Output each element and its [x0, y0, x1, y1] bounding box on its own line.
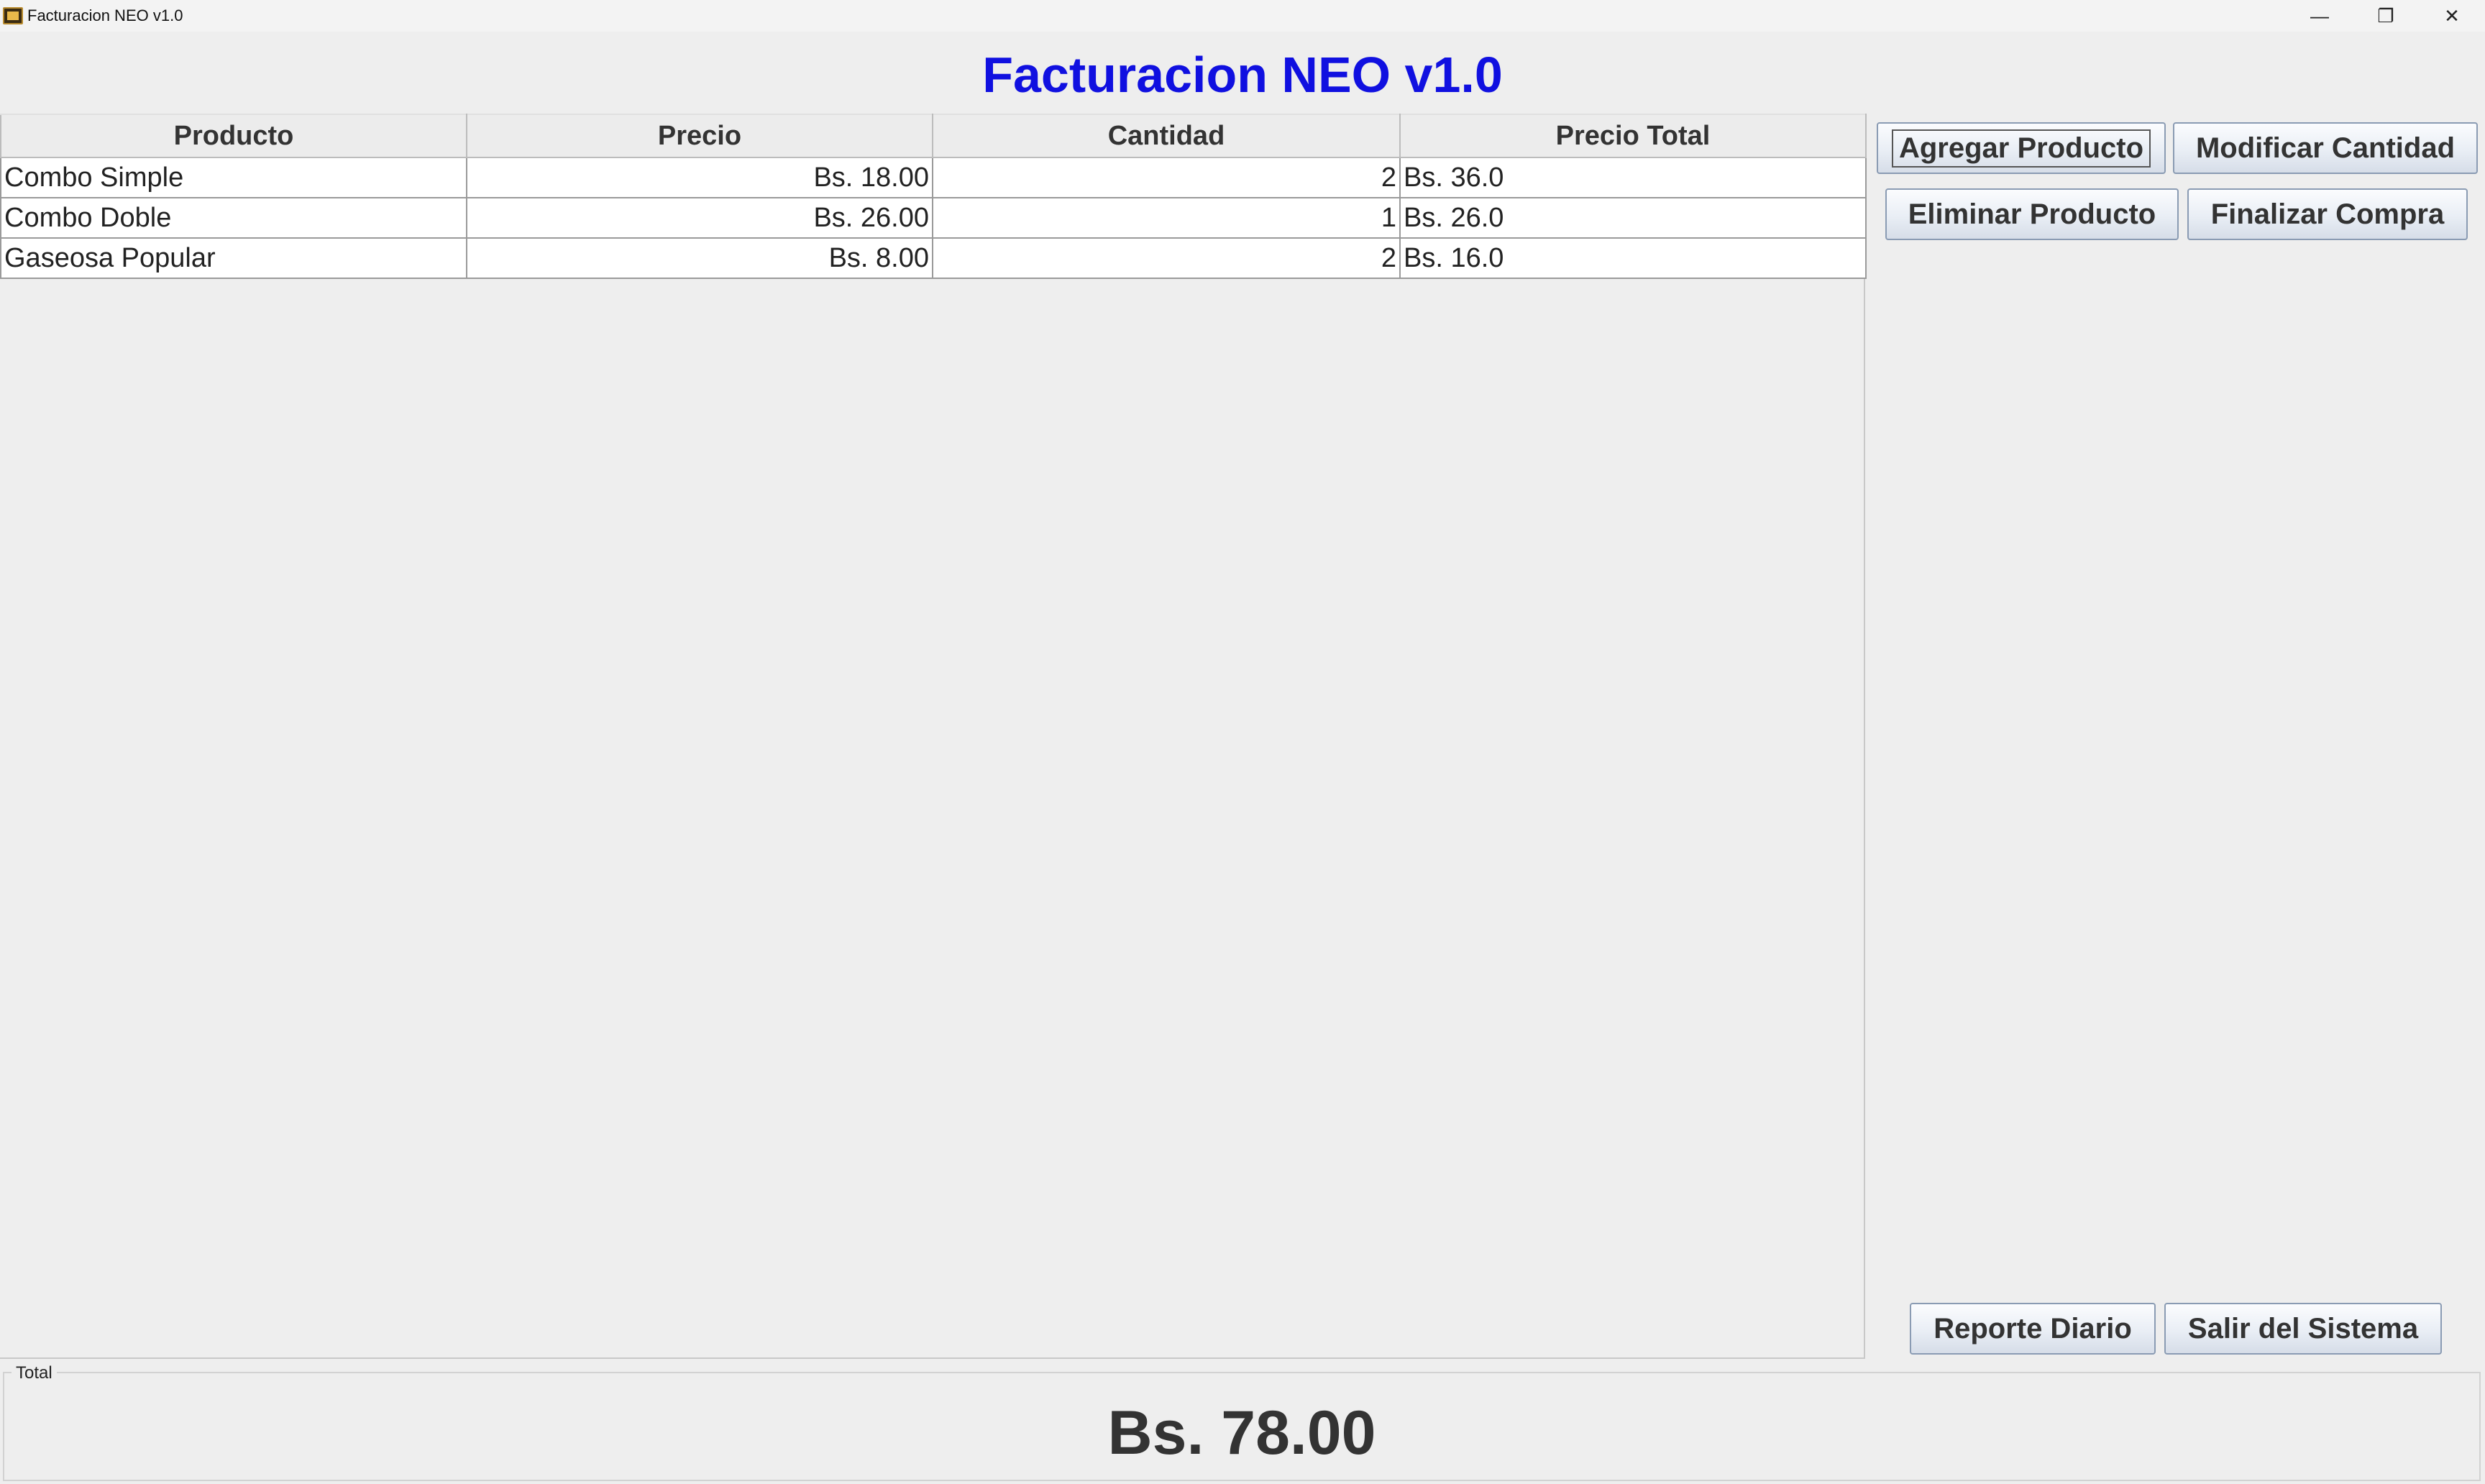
- finalizar-compra-button[interactable]: Finalizar Compra: [2187, 188, 2468, 240]
- product-table: Producto Precio Cantidad Precio Total Co…: [0, 114, 1867, 279]
- total-panel: Total Bs. 78.00: [3, 1363, 2481, 1481]
- window-title: Facturacion NEO v1.0: [27, 6, 183, 24]
- cell-cantidad[interactable]: 1: [932, 197, 1401, 239]
- agregar-producto-button[interactable]: Agregar Producto: [1877, 122, 2166, 174]
- cell-precio[interactable]: Bs. 26.00: [466, 197, 933, 239]
- window-titlebar: Facturacion NEO v1.0 — ❐ ✕: [0, 0, 2485, 32]
- page-title: Facturacion NEO v1.0: [982, 47, 1503, 103]
- eliminar-producto-label: Eliminar Producto: [1908, 198, 2156, 230]
- window-controls: — ❐ ✕: [2287, 0, 2485, 32]
- cell-precio[interactable]: Bs. 8.00: [466, 237, 933, 279]
- table-row[interactable]: Combo Simple Bs. 18.00 2 Bs. 36.0: [0, 157, 1867, 198]
- product-table-area: Producto Precio Cantidad Precio Total Co…: [0, 114, 1867, 1359]
- cell-precio-total[interactable]: Bs. 16.0: [1399, 237, 1867, 279]
- minimize-icon[interactable]: —: [2287, 0, 2353, 32]
- modificar-cantidad-label: Modificar Cantidad: [2195, 132, 2456, 164]
- table-row[interactable]: Gaseosa Popular Bs. 8.00 2 Bs. 16.0: [0, 237, 1867, 279]
- modificar-cantidad-button[interactable]: Modificar Cantidad: [2173, 122, 2478, 174]
- restore-icon[interactable]: ❐: [2353, 0, 2419, 32]
- cell-cantidad[interactable]: 2: [932, 157, 1401, 198]
- table-row[interactable]: Combo Doble Bs. 26.00 1 Bs. 26.0: [0, 197, 1867, 239]
- column-header-cantidad[interactable]: Cantidad: [932, 114, 1401, 158]
- eliminar-producto-button[interactable]: Eliminar Producto: [1885, 188, 2179, 240]
- finalizar-compra-label: Finalizar Compra: [2210, 198, 2445, 230]
- salir-del-sistema-button[interactable]: Salir del Sistema: [2164, 1303, 2442, 1355]
- close-icon[interactable]: ✕: [2419, 0, 2485, 32]
- cell-producto[interactable]: Combo Doble: [0, 197, 467, 239]
- reporte-diario-button[interactable]: Reporte Diario: [1910, 1303, 2156, 1355]
- reporte-diario-label: Reporte Diario: [1933, 1312, 2132, 1345]
- column-header-precio[interactable]: Precio: [466, 114, 933, 158]
- cell-precio[interactable]: Bs. 18.00: [466, 157, 933, 198]
- table-header-row: Producto Precio Cantidad Precio Total: [0, 114, 1867, 158]
- cell-producto[interactable]: Gaseosa Popular: [0, 237, 467, 279]
- cell-cantidad[interactable]: 2: [932, 237, 1401, 279]
- cell-precio-total[interactable]: Bs. 36.0: [1399, 157, 1867, 198]
- cell-producto[interactable]: Combo Simple: [0, 157, 467, 198]
- agregar-producto-label: Agregar Producto: [1891, 129, 2151, 168]
- column-header-precio-total[interactable]: Precio Total: [1399, 114, 1867, 158]
- cell-precio-total[interactable]: Bs. 26.0: [1399, 197, 1867, 239]
- total-value: Bs. 78.00: [1107, 1398, 1376, 1467]
- app-icon: [3, 7, 23, 24]
- column-header-producto[interactable]: Producto: [0, 114, 467, 158]
- total-legend: Total: [12, 1363, 57, 1383]
- salir-del-sistema-label: Salir del Sistema: [2187, 1312, 2419, 1345]
